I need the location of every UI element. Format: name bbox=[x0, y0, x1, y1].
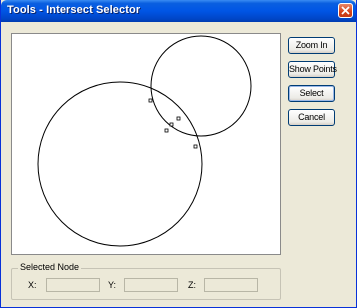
window-title: Tools - Intersect Selector bbox=[7, 4, 141, 16]
node-point bbox=[169, 122, 174, 127]
large-circle bbox=[37, 81, 203, 247]
cancel-button[interactable]: Cancel bbox=[288, 109, 335, 126]
show-points-button[interactable]: Show Points bbox=[288, 61, 337, 78]
intersection-point bbox=[148, 98, 153, 103]
z-label: Z: bbox=[188, 280, 196, 290]
title-bar[interactable]: Tools - Intersect Selector bbox=[1, 0, 356, 22]
z-field[interactable] bbox=[204, 278, 258, 292]
x-field[interactable] bbox=[46, 278, 100, 292]
small-circle bbox=[150, 35, 252, 137]
close-icon bbox=[341, 6, 350, 15]
zoom-in-button[interactable]: Zoom In bbox=[288, 37, 335, 54]
selected-node-group: Selected Node X: Y: Z: bbox=[11, 262, 281, 300]
dialog-window: Tools - Intersect Selector Zoom In Show … bbox=[0, 0, 357, 308]
close-button[interactable] bbox=[338, 3, 353, 18]
selected-node-label: Selected Node bbox=[18, 262, 82, 272]
node-point bbox=[176, 116, 181, 121]
y-field[interactable] bbox=[124, 278, 178, 292]
intersection-drawing bbox=[37, 35, 252, 247]
drawing-canvas[interactable] bbox=[11, 33, 281, 255]
x-label: X: bbox=[28, 280, 37, 290]
y-label: Y: bbox=[108, 280, 117, 290]
select-button[interactable]: Select bbox=[288, 85, 335, 102]
intersection-point bbox=[193, 144, 198, 149]
node-point bbox=[164, 128, 169, 133]
